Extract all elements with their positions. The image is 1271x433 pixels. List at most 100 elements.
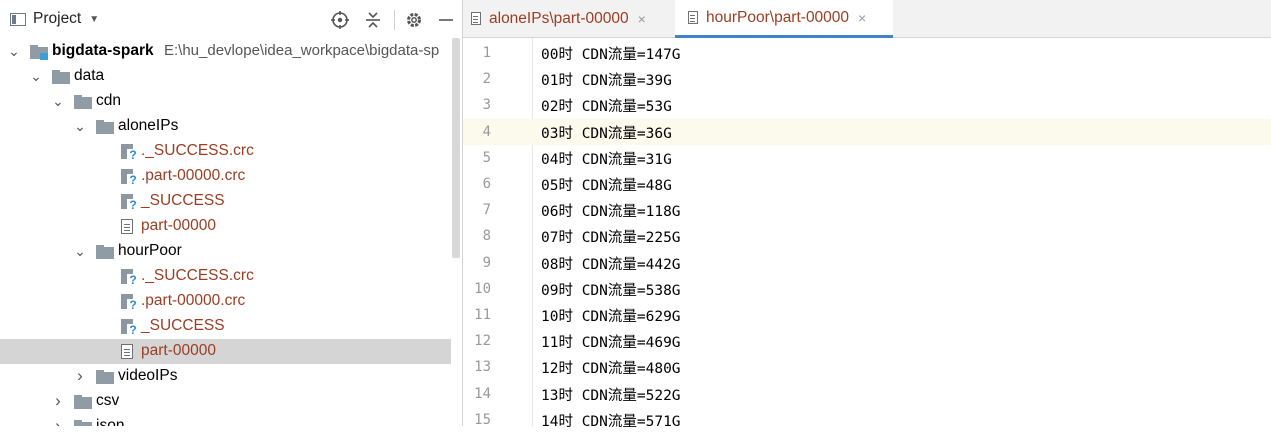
tree-item[interactable]: part-00000 — [0, 214, 451, 239]
tree-item-label: .part-00000.crc — [141, 167, 246, 184]
close-icon[interactable]: × — [858, 10, 866, 26]
tab-aloneips-part-00000[interactable]: aloneIPs\part-00000 × — [471, 0, 675, 37]
folder-icon — [52, 70, 70, 84]
line-number: 1 — [482, 45, 491, 61]
unknown-file-icon: ? — [121, 319, 139, 336]
tree-item-label: json — [96, 417, 125, 426]
code-line[interactable]: 04时 CDN流量=31G — [533, 145, 1271, 171]
tree-item[interactable]: ? _SUCCESS — [0, 314, 451, 339]
chevron-down-icon[interactable]: ⌄ — [30, 69, 42, 83]
folder-icon — [96, 120, 114, 134]
line-number: 15 — [474, 412, 491, 428]
toolbar-divider — [394, 10, 395, 30]
code-line-text: 08时 CDN流量=442G — [541, 256, 681, 273]
line-number: 7 — [482, 202, 491, 218]
tree-item[interactable]: ? .part-00000.crc — [0, 289, 451, 314]
code-line[interactable]: 02时 CDN流量=53G — [533, 92, 1271, 118]
line-number: 12 — [474, 333, 491, 349]
tree-item[interactable]: ⌄ hourPoor — [0, 239, 451, 264]
tree-item[interactable]: part-00000 — [0, 339, 451, 364]
text-file-icon — [121, 344, 133, 359]
tree-item[interactable]: ? ._SUCCESS.crc — [0, 139, 451, 164]
tree-item[interactable]: ? _SUCCESS — [0, 189, 451, 214]
code-line[interactable]: 01时 CDN流量=39G — [533, 66, 1271, 92]
project-panel-header: Project ▼ — [0, 0, 463, 38]
chevron-down-icon[interactable]: ⌄ — [8, 44, 20, 58]
chevron-down-icon[interactable]: ⌄ — [52, 94, 64, 108]
tree-item-label: data — [74, 67, 105, 84]
tree-item-label: cdn — [96, 92, 121, 109]
code-line[interactable]: 05时 CDN流量=48G — [533, 171, 1271, 197]
code-line-text: 07时 CDN流量=225G — [541, 229, 681, 246]
tree-item-label: _SUCCESS — [141, 317, 225, 334]
module-folder-icon — [30, 45, 48, 60]
unknown-file-icon: ? — [121, 269, 139, 286]
project-view-icon — [10, 12, 26, 26]
tab-label: hourPoor\part-00000 — [706, 8, 850, 26]
code-line[interactable]: 09时 CDN流量=538G — [533, 276, 1271, 302]
code-line-text: 02时 CDN流量=53G — [541, 98, 672, 115]
tree-item[interactable]: ? .part-00000.crc — [0, 164, 451, 189]
code-line[interactable]: 03时 CDN流量=36G — [533, 119, 1271, 145]
code-line[interactable]: 00时 CDN流量=147G — [533, 40, 1271, 66]
line-number: 6 — [482, 176, 491, 192]
tree-item-label: ._SUCCESS.crc — [141, 267, 254, 284]
code-line-text: 01时 CDN流量=39G — [541, 72, 672, 89]
tree-item[interactable]: › json — [0, 414, 451, 426]
line-number: 9 — [482, 255, 491, 271]
close-icon[interactable]: × — [638, 11, 646, 27]
tree-item-label: _SUCCESS — [141, 192, 225, 209]
project-panel: Project ▼ ⌄ bigdata-spark E:\hu_devlope\id… — [0, 0, 463, 426]
code-line-text: 10时 CDN流量=629G — [541, 308, 681, 325]
code-line[interactable]: 06时 CDN流量=118G — [533, 197, 1271, 223]
gear-icon[interactable] — [404, 10, 424, 30]
code-line[interactable]: 08时 CDN流量=442G — [533, 250, 1271, 276]
tree-item[interactable]: › videoIPs — [0, 364, 451, 389]
chevron-right-icon[interactable]: › — [52, 417, 64, 426]
text-file-icon — [471, 12, 481, 25]
code-area[interactable]: 00时 CDN流量=147G 01时 CDN流量=39G 02时 CDN流量=53G… — [533, 38, 1271, 430]
code-line-text: 05时 CDN流量=48G — [541, 177, 672, 194]
folder-icon — [74, 420, 92, 426]
tree-scrollbar[interactable] — [452, 38, 460, 258]
code-line-text: 12时 CDN流量=480G — [541, 360, 681, 377]
line-number: 3 — [482, 97, 491, 113]
chevron-down-icon[interactable]: ▼ — [89, 14, 99, 25]
code-line[interactable]: 10时 CDN流量=629G — [533, 302, 1271, 328]
module-path: E:\hu_devlope\idea_workpace\bigdata-sp — [164, 42, 440, 59]
tree-item[interactable]: ⌄ aloneIPs — [0, 114, 451, 139]
code-line-text: 13时 CDN流量=522G — [541, 387, 681, 404]
text-file-icon — [121, 219, 133, 234]
minimize-icon[interactable] — [436, 10, 456, 30]
tree-item[interactable]: ? ._SUCCESS.crc — [0, 264, 451, 289]
chevron-down-icon[interactable]: ⌄ — [74, 244, 86, 258]
text-file-icon — [688, 11, 698, 24]
tree-item-label: part-00000 — [141, 342, 216, 359]
tree-item-label: videoIPs — [118, 367, 178, 384]
code-line-text: 00时 CDN流量=147G — [541, 46, 681, 63]
tab-hourpoor-part-00000[interactable]: hourPoor\part-00000 × — [675, 0, 893, 38]
tree-item-label: part-00000 — [141, 217, 216, 234]
folder-icon — [96, 245, 114, 259]
code-line[interactable]: 12时 CDN流量=480G — [533, 354, 1271, 380]
unknown-file-icon: ? — [121, 169, 139, 186]
code-line-text: 03时 CDN流量=36G — [541, 125, 672, 142]
code-line[interactable]: 07时 CDN流量=225G — [533, 223, 1271, 249]
code-line[interactable]: 13时 CDN流量=522G — [533, 381, 1271, 407]
module-badge-icon — [40, 53, 48, 60]
line-number: 5 — [482, 150, 491, 166]
chevron-right-icon[interactable]: › — [74, 367, 86, 384]
code-line[interactable]: 14时 CDN流量=571G — [533, 407, 1271, 433]
chevron-right-icon[interactable]: › — [52, 392, 64, 409]
tree-item-label: bigdata-spark — [52, 42, 154, 59]
line-number: 14 — [474, 386, 491, 402]
tree-item[interactable]: ⌄ data — [0, 64, 451, 89]
chevron-down-icon[interactable]: ⌄ — [74, 119, 86, 133]
tree-item[interactable]: ⌄ bigdata-spark E:\hu_devlope\idea_workpac… — [0, 39, 451, 64]
tree-item[interactable]: › csv — [0, 389, 451, 414]
collapse-all-icon[interactable] — [363, 10, 383, 30]
tree-item[interactable]: ⌄ cdn — [0, 89, 451, 114]
crosshair-icon[interactable] — [330, 10, 350, 30]
project-panel-title[interactable]: Project — [33, 10, 81, 28]
code-line[interactable]: 11时 CDN流量=469G — [533, 328, 1271, 354]
